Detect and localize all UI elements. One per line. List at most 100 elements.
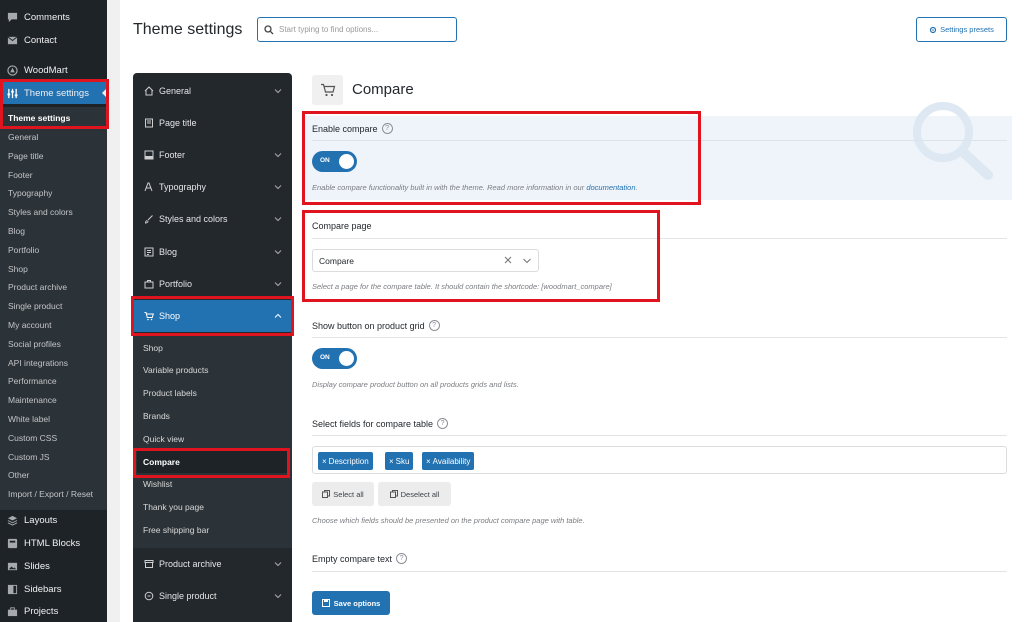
help-icon[interactable]: ? (428, 320, 440, 331)
wp-submenu-item[interactable]: Footer (8, 168, 33, 182)
gear-icon (930, 26, 937, 33)
compare-fields-description: Choose which fields should be presented … (312, 516, 585, 525)
deselect-all-button[interactable]: Deselect all (378, 482, 451, 506)
wp-menu-contact[interactable]: Contact (0, 29, 107, 51)
help-icon[interactable]: ? (396, 553, 408, 564)
wp-submenu-item[interactable]: Maintenance (8, 393, 57, 407)
wp-submenu-item[interactable]: Single product (8, 299, 62, 313)
nav-item-shop[interactable]: Shop (133, 300, 292, 332)
wp-menu-theme-settings[interactable]: Theme settings (0, 82, 107, 104)
section-icon (312, 75, 343, 105)
nav-item-styles-colors[interactable]: Styles and colors (133, 203, 292, 235)
section-title: Compare (352, 81, 414, 98)
wp-menu-layouts[interactable]: Layouts (0, 509, 107, 531)
enable-compare-toggle[interactable]: ON (312, 151, 357, 172)
wp-menu-label: Layouts (24, 514, 58, 526)
product-icon (144, 591, 154, 601)
search-input[interactable] (279, 25, 439, 34)
wp-submenu-item[interactable]: Shop (8, 262, 28, 276)
help-icon[interactable]: ? (381, 123, 393, 134)
wp-menu-slides[interactable]: Slides (0, 555, 107, 577)
subnav-item-thank-you[interactable]: Thank you page (143, 500, 204, 514)
wp-submenu-item[interactable]: Product archive (8, 280, 67, 294)
nav-item-general[interactable]: General (133, 75, 292, 107)
nav-item-page-title[interactable]: Page title (133, 107, 292, 139)
compare-page-select[interactable]: Compare (312, 249, 539, 272)
subnav-item-compare[interactable]: Compare (143, 455, 180, 469)
wp-submenu-item[interactable]: White label (8, 412, 50, 426)
nav-item-label: Styles and colors (159, 214, 228, 224)
divider (312, 337, 1007, 338)
home-icon (144, 86, 154, 96)
wp-menu-projects[interactable]: Projects (0, 600, 107, 622)
wp-submenu-item[interactable]: Import / Export / Reset (8, 487, 93, 501)
nav-item-blog[interactable]: Blog (133, 236, 292, 268)
wp-submenu-item[interactable]: Portfolio (8, 243, 39, 257)
nav-item-product-archive[interactable]: Product archive (133, 548, 292, 580)
wp-menu-comments[interactable]: Comments (0, 6, 107, 28)
chevron-down-icon[interactable] (522, 256, 532, 266)
chevron-down-icon (274, 215, 282, 223)
nav-item-label: Shop (159, 311, 181, 321)
remove-tag-icon[interactable]: × (322, 457, 327, 466)
subnav-item-product-labels[interactable]: Product labels (143, 386, 197, 400)
wp-submenu: Theme settings General Page title Footer… (0, 107, 107, 510)
button-label: Deselect all (400, 489, 440, 499)
enable-compare-label: Enable compare ? (312, 123, 393, 134)
description-end: . (635, 183, 638, 192)
field-label-text: Select fields for compare table (312, 418, 434, 429)
field-tag-description[interactable]: × Description (318, 452, 373, 470)
select-all-button[interactable]: Select all (312, 482, 374, 506)
nav-item-single-product[interactable]: Single product (133, 580, 292, 612)
subnav-item-brands[interactable]: Brands (143, 409, 170, 423)
subnav-item-shop[interactable]: Shop (143, 341, 163, 355)
page-title: Theme settings (133, 21, 243, 38)
wp-submenu-item[interactable]: General (8, 130, 38, 144)
nav-item-portfolio[interactable]: Portfolio (133, 268, 292, 300)
wp-submenu-item[interactable]: Social profiles (8, 337, 61, 351)
nav-item-label: Single product (159, 591, 217, 601)
help-icon[interactable]: ? (437, 418, 449, 429)
wp-submenu-item[interactable]: Typography (8, 186, 52, 200)
wp-menu-sidebars[interactable]: Sidebars (0, 578, 107, 600)
divider (312, 435, 1007, 436)
cart-icon (320, 83, 335, 97)
grid-button-toggle[interactable]: ON (312, 348, 357, 369)
wp-submenu-item[interactable]: Custom CSS (8, 431, 57, 445)
field-tag-sku[interactable]: × Sku (385, 452, 414, 470)
subnav-item-variable-products[interactable]: Variable products (143, 363, 209, 377)
wp-submenu-item[interactable]: Page title (8, 149, 43, 163)
grid-button-description: Display compare product button on all pr… (312, 380, 519, 389)
wp-submenu-item[interactable]: Other (8, 468, 29, 482)
wp-menu-woodmart[interactable]: WoodMart (0, 59, 107, 81)
nav-item-typography[interactable]: Typography (133, 171, 292, 203)
wp-submenu-item[interactable]: Performance (8, 374, 57, 388)
subnav-item-wishlist[interactable]: Wishlist (143, 477, 172, 491)
nav-item-footer[interactable]: Footer (133, 139, 292, 171)
save-icon (321, 599, 330, 607)
wp-submenu-item[interactable]: API integrations (8, 356, 68, 370)
theme-settings-nav: General Page title Footer Typography Sty… (133, 73, 292, 622)
field-tag-availability[interactable]: × Availability (422, 452, 475, 470)
toggle-state: ON (320, 354, 330, 361)
wp-menu-html-blocks[interactable]: HTML Blocks (0, 532, 107, 554)
remove-tag-icon[interactable]: × (389, 457, 394, 466)
remove-tag-icon[interactable]: × (426, 457, 431, 466)
settings-presets-button[interactable]: Settings presets (916, 17, 1007, 42)
documentation-link[interactable]: documentation (586, 183, 635, 192)
clear-icon[interactable] (503, 255, 513, 265)
wp-submenu-item[interactable]: My account (8, 318, 51, 332)
wp-submenu-item[interactable]: Theme settings (8, 111, 70, 125)
save-options-button[interactable]: Save options (312, 591, 390, 615)
wp-submenu-item[interactable]: Blog (8, 224, 25, 238)
wp-submenu-item[interactable]: Styles and colors (8, 205, 73, 219)
wp-submenu-item[interactable]: Custom JS (8, 450, 50, 464)
divider (312, 140, 1007, 141)
compare-fields-select[interactable]: × Description × Sku × Availability (312, 446, 1007, 474)
nav-item-label: General (159, 86, 192, 96)
copy-icon (322, 490, 331, 498)
subnav-item-quick-view[interactable]: Quick view (143, 432, 184, 446)
compare-page-label: Compare page (312, 221, 372, 231)
subnav-item-free-shipping[interactable]: Free shipping bar (143, 523, 209, 537)
options-search[interactable] (257, 17, 457, 42)
